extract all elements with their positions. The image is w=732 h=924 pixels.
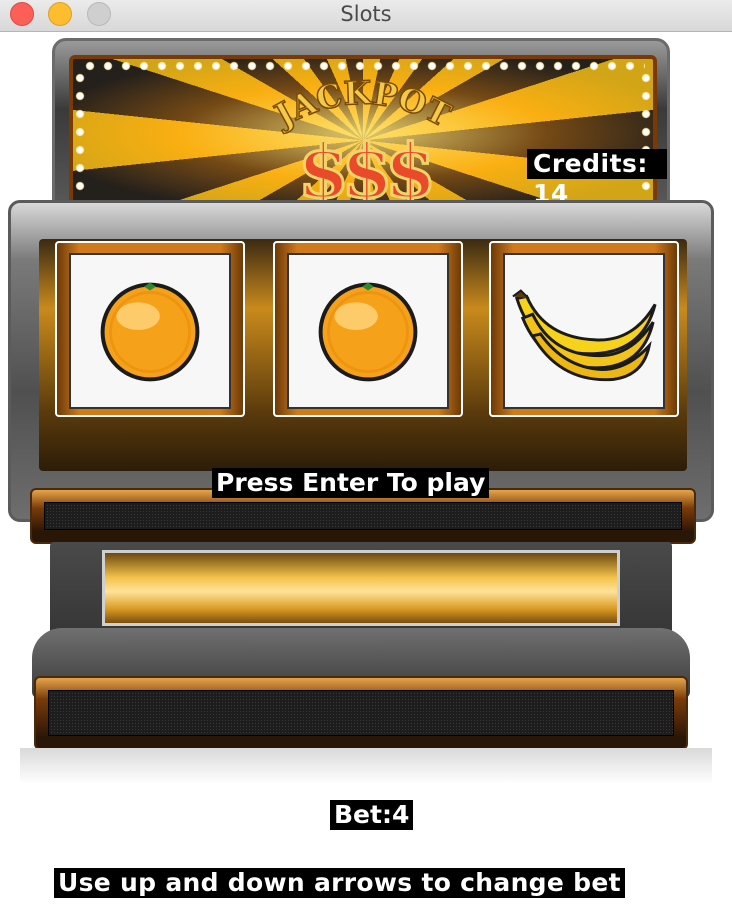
reel-2 — [273, 241, 463, 417]
svg-text:JACKPOT: JACKPOT — [266, 79, 457, 136]
svg-text:$$$: $$$ — [298, 129, 431, 204]
window-titlebar: Slots — [0, 0, 732, 32]
bet-instructions: Use up and down arrows to change bet — [54, 868, 625, 898]
orange-icon — [318, 282, 418, 382]
banana-icon — [512, 289, 657, 382]
top-cabinet: JACKPOT $$$ Credits: 14 — [52, 38, 670, 214]
slot-machine: JACKPOT $$$ Credits: 14 Press Enter To p… — [0, 32, 732, 898]
jackpot-marquee: JACKPOT $$$ — [69, 55, 657, 211]
reel-1 — [55, 241, 245, 417]
marquee-lights — [81, 61, 645, 71]
bet-display: Bet:4 — [330, 800, 414, 830]
play-prompt: Press Enter To play — [212, 468, 490, 498]
light-panel — [102, 550, 620, 626]
jackpot-logo: JACKPOT $$$ — [265, 79, 458, 204]
window-title: Slots — [340, 2, 392, 26]
reel-3 — [489, 241, 679, 417]
credits-display: Credits: 14 — [527, 149, 667, 208]
orange-icon — [100, 282, 200, 382]
speaker-grille-lower — [34, 676, 688, 750]
